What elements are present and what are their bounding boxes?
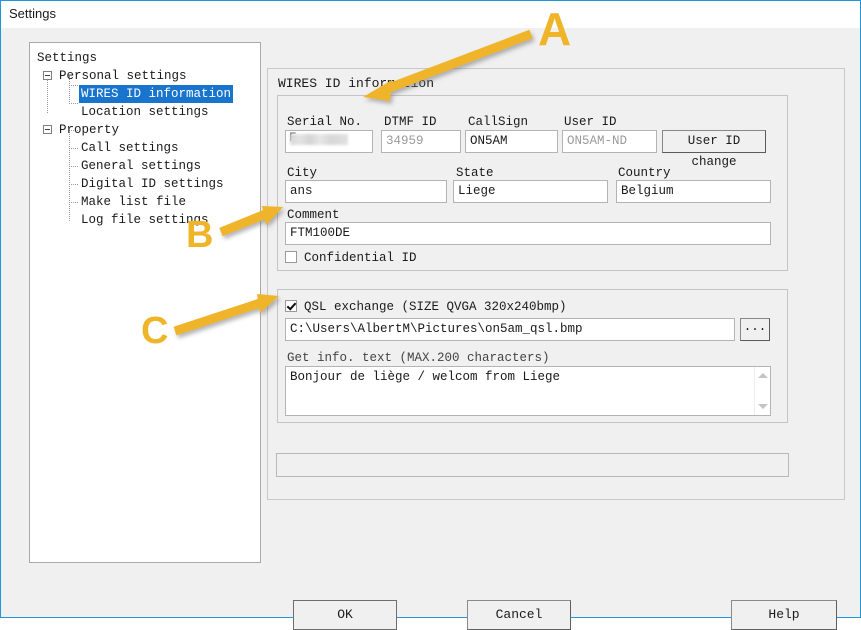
qsl-exchange-label: QSL exchange (SIZE QVGA 320x240bmp): [304, 300, 567, 314]
expander-collapse-icon[interactable]: [43, 125, 52, 134]
tree-item-settings[interactable]: Settings: [35, 49, 260, 67]
title-bar: Settings: [1, 0, 860, 28]
get-info-text-scrollbar[interactable]: [754, 367, 770, 415]
dialog-client-area: Settings Personal settings WIRES ID info…: [1, 28, 860, 630]
annotation-label-a: A: [538, 3, 572, 55]
tree-item-label: WIRES ID information: [79, 85, 234, 103]
panel-title: WIRES ID information: [274, 76, 439, 91]
tree-item-label: Personal settings: [59, 69, 187, 83]
tree-item-property[interactable]: Property: [35, 121, 260, 139]
tree-item-personal-settings[interactable]: Personal settings: [35, 67, 260, 85]
help-button[interactable]: Help: [731, 600, 837, 630]
user-id-change-button[interactable]: User ID change: [662, 130, 766, 169]
get-info-text-value: Bonjour de liège / welcom from Liege: [290, 370, 561, 384]
tree-item-label: Digital ID settings: [81, 177, 224, 191]
tree-item-label: Property: [59, 123, 120, 137]
comment-field[interactable]: FTM100DE: [285, 222, 771, 245]
tree-item-label: Make list file: [81, 195, 187, 209]
tree-item-digital-id-settings[interactable]: Digital ID settings: [35, 175, 260, 193]
tree-item-label: General settings: [81, 159, 202, 173]
settings-window: Settings Settings Personal settings WIRE…: [0, 0, 861, 630]
checkbox-checked-icon[interactable]: [285, 300, 297, 312]
tree-item-make-list-file[interactable]: Make list file: [35, 193, 260, 211]
callsign-field[interactable]: ON5AM: [465, 130, 558, 153]
checkbox-box-icon[interactable]: [285, 251, 297, 263]
user-id-field[interactable]: ON5AM-ND: [562, 130, 657, 153]
user-id-label: User ID: [564, 115, 617, 129]
confidential-id-checkbox[interactable]: Confidential ID: [285, 251, 417, 265]
expander-collapse-icon[interactable]: [43, 71, 52, 80]
state-label: State: [456, 166, 494, 180]
annotation-label-b: B: [186, 214, 214, 256]
cancel-button[interactable]: Cancel: [467, 600, 571, 630]
tree-item-call-settings[interactable]: Call settings: [35, 139, 260, 157]
tree-item-label: Settings: [37, 51, 98, 65]
serial-no-redaction-blur: [290, 134, 348, 145]
country-label: Country: [618, 166, 671, 180]
dtmf-id-field[interactable]: 34959: [381, 130, 461, 153]
qsl-image-path-field[interactable]: C:\Users\AlbertM\Pictures\on5am_qsl.bmp: [285, 318, 735, 341]
browse-button[interactable]: ...: [740, 318, 770, 341]
status-field[interactable]: [276, 453, 789, 477]
city-field[interactable]: ans: [285, 180, 447, 203]
tree-item-general-settings[interactable]: General settings: [35, 157, 260, 175]
window-title: Settings: [9, 6, 56, 21]
tree-item-label: Location settings: [81, 105, 209, 119]
get-info-text-label: Get info. text (MAX.200 characters): [287, 351, 550, 365]
dtmf-id-label: DTMF ID: [384, 115, 437, 129]
callsign-label: CallSign: [468, 115, 529, 129]
get-info-text-area[interactable]: Bonjour de liège / welcom from Liege: [285, 366, 771, 416]
tree-item-log-file-settings[interactable]: Log file settings: [35, 211, 260, 229]
confidential-id-label: Confidential ID: [304, 251, 417, 265]
comment-label: Comment: [287, 208, 340, 222]
city-label: City: [287, 166, 318, 180]
tree-item-wires-id-information[interactable]: WIRES ID information: [35, 85, 260, 103]
tree-item-label: Call settings: [81, 141, 179, 155]
annotation-label-c: C: [141, 310, 169, 352]
serial-no-label: Serial No.: [287, 115, 363, 129]
qsl-exchange-checkbox[interactable]: QSL exchange (SIZE QVGA 320x240bmp): [285, 300, 567, 314]
country-field[interactable]: Belgium: [616, 180, 771, 203]
settings-tree[interactable]: Settings Personal settings WIRES ID info…: [29, 42, 261, 563]
tree-item-location-settings[interactable]: Location settings: [35, 103, 260, 121]
scroll-up-icon[interactable]: [758, 373, 768, 378]
scroll-down-icon[interactable]: [758, 404, 768, 409]
state-field[interactable]: Liege: [453, 180, 608, 203]
ok-button[interactable]: OK: [293, 600, 397, 630]
